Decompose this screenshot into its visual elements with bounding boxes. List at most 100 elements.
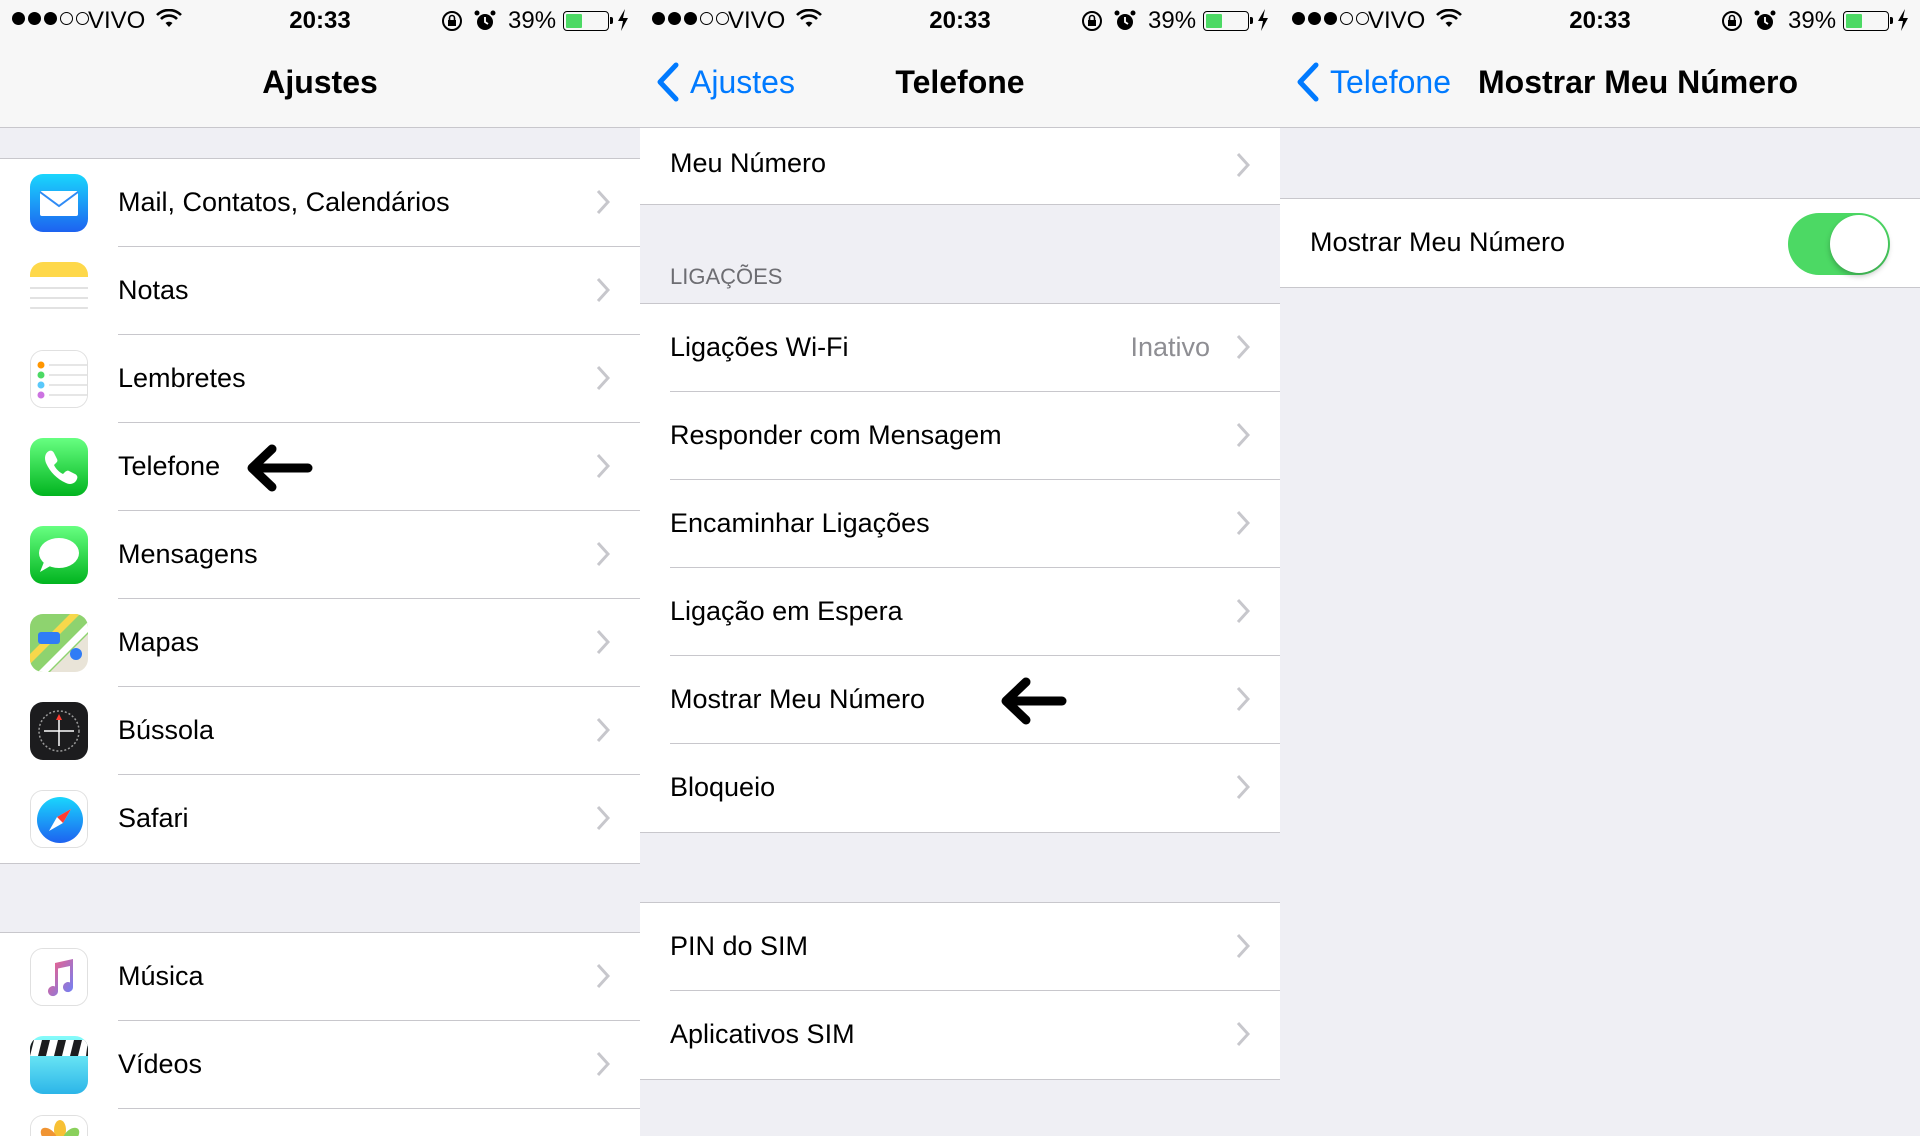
settings-row-notes[interactable]: Notas bbox=[0, 247, 640, 335]
calls-row-show-my-number[interactable]: Mostrar Meu Número bbox=[640, 656, 1280, 744]
sim-row-apps[interactable]: Aplicativos SIM bbox=[640, 991, 1280, 1079]
calls-row-reply-with-message[interactable]: Responder com Mensagem bbox=[640, 392, 1280, 480]
show-number-group: Mostrar Meu Número bbox=[1280, 198, 1920, 288]
photos-icon bbox=[30, 1115, 88, 1136]
charging-bolt-icon bbox=[1258, 9, 1268, 31]
chevron-right-icon bbox=[596, 805, 610, 831]
chevron-right-icon bbox=[1236, 422, 1250, 448]
chevron-right-icon bbox=[1236, 1021, 1250, 1047]
battery-icon bbox=[1203, 11, 1253, 31]
chevron-right-icon bbox=[596, 365, 610, 391]
battery-percent: 39% bbox=[1788, 7, 1837, 34]
row-label: Responder com Mensagem bbox=[670, 420, 1002, 450]
show-number-toggle[interactable] bbox=[1788, 213, 1890, 275]
settings-row-reminders[interactable]: Lembretes bbox=[0, 335, 640, 423]
row-label: Bloqueio bbox=[670, 772, 776, 802]
screenshot-collage: VIVO 20:33 39% Ajustes Mail, Contatos, C… bbox=[0, 0, 1920, 1136]
row-label: Música bbox=[118, 961, 204, 991]
chevron-right-icon bbox=[596, 541, 610, 567]
row-label: Mostrar Meu Número bbox=[670, 684, 926, 714]
settings-row-safari[interactable]: Safari bbox=[0, 775, 640, 863]
alarm-icon bbox=[1754, 10, 1776, 30]
phone-settings-panel: VIVO 20:33 39% Ajustes Telefone Meu Núme… bbox=[640, 0, 1280, 1136]
settings-row-compass[interactable]: Bússola bbox=[0, 687, 640, 775]
charging-bolt-icon bbox=[618, 9, 628, 31]
back-label: Telefone bbox=[1330, 63, 1451, 100]
status-bar: VIVO 20:33 39% bbox=[0, 0, 640, 40]
chevron-right-icon bbox=[1236, 933, 1250, 959]
show-number-row: Mostrar Meu Número bbox=[1280, 199, 1920, 287]
mail-icon bbox=[30, 174, 88, 232]
chevron-right-icon bbox=[1236, 774, 1250, 800]
rotation-lock-icon bbox=[442, 11, 462, 31]
chevron-right-icon bbox=[1236, 510, 1250, 536]
settings-row-messages[interactable]: Mensagens bbox=[0, 511, 640, 599]
row-label: Mostrar Meu Número bbox=[1310, 227, 1566, 257]
row-label: Mapas bbox=[118, 627, 200, 657]
messages-icon bbox=[30, 526, 88, 584]
calls-row-call-forwarding[interactable]: Encaminhar Ligações bbox=[640, 480, 1280, 568]
chevron-right-icon bbox=[1236, 152, 1250, 178]
arrow-left-icon bbox=[1001, 677, 1067, 725]
chevron-right-icon bbox=[596, 1051, 610, 1077]
videos-icon bbox=[30, 1036, 88, 1094]
row-label: Lembretes bbox=[118, 363, 246, 393]
reminders-icon bbox=[30, 350, 88, 408]
phone-icon bbox=[30, 438, 88, 496]
navigation-bar: Ajustes bbox=[0, 40, 640, 128]
row-label: Telefone bbox=[118, 451, 221, 481]
rotation-lock-icon bbox=[1722, 11, 1742, 31]
back-button[interactable]: Telefone bbox=[1296, 62, 1451, 102]
settings-row-maps[interactable]: Mapas bbox=[0, 599, 640, 687]
settings-row-partial[interactable] bbox=[0, 1109, 640, 1136]
row-label: Meu Número bbox=[670, 148, 827, 178]
settings-panel: VIVO 20:33 39% Ajustes Mail, Contatos, C… bbox=[0, 0, 640, 1136]
row-label: Mail, Contatos, Calendários bbox=[118, 187, 450, 217]
row-label: Ligações Wi-Fi bbox=[670, 332, 849, 362]
row-label: Aplicativos SIM bbox=[670, 1019, 855, 1049]
settings-group-apps: Mail, Contatos, Calendários Notas Lembre… bbox=[0, 158, 640, 864]
settings-row-music[interactable]: Música bbox=[0, 933, 640, 1021]
battery-icon bbox=[1843, 11, 1893, 31]
navigation-bar: Telefone Mostrar Meu Número bbox=[1280, 40, 1920, 128]
my-number-row[interactable]: Meu Número bbox=[640, 128, 1280, 204]
alarm-icon bbox=[474, 10, 496, 30]
maps-icon bbox=[30, 614, 88, 672]
chevron-right-icon bbox=[596, 717, 610, 743]
chevron-right-icon bbox=[596, 453, 610, 479]
row-label: Ligação em Espera bbox=[670, 596, 903, 626]
chevron-left-icon bbox=[1297, 62, 1319, 102]
calls-row-wifi-calling[interactable]: Ligações Wi-Fi Inativo bbox=[640, 304, 1280, 392]
alarm-icon bbox=[1114, 10, 1136, 30]
chevron-right-icon bbox=[596, 189, 610, 215]
settings-group-media: Música Vídeos bbox=[0, 932, 640, 1136]
calls-row-blocked[interactable]: Bloqueio bbox=[640, 744, 1280, 832]
row-detail: Inativo bbox=[1130, 332, 1210, 362]
my-number-group: Meu Número bbox=[640, 128, 1280, 205]
battery-percent: 39% bbox=[1148, 7, 1197, 34]
toggle-knob bbox=[1830, 215, 1888, 273]
navigation-bar: Ajustes Telefone bbox=[640, 40, 1280, 128]
battery-percent: 39% bbox=[508, 7, 557, 34]
settings-row-mail[interactable]: Mail, Contatos, Calendários bbox=[0, 159, 640, 247]
row-label: Notas bbox=[118, 275, 189, 305]
sim-row-pin[interactable]: PIN do SIM bbox=[640, 903, 1280, 991]
calls-group: Ligações Wi-Fi Inativo Responder com Men… bbox=[640, 303, 1280, 833]
chevron-right-icon bbox=[596, 277, 610, 303]
charging-bolt-icon bbox=[1898, 9, 1908, 31]
arrow-left-icon bbox=[247, 444, 313, 492]
chevron-right-icon bbox=[596, 963, 610, 989]
show-my-number-panel: VIVO 20:33 39% Telefone Mostrar Meu Núme… bbox=[1280, 0, 1920, 1136]
notes-icon bbox=[30, 262, 88, 320]
chevron-right-icon bbox=[1236, 686, 1250, 712]
chevron-right-icon bbox=[596, 629, 610, 655]
calls-row-call-waiting[interactable]: Ligação em Espera bbox=[640, 568, 1280, 656]
settings-row-phone[interactable]: Telefone bbox=[0, 423, 640, 511]
section-header: LIGAÇÕES bbox=[670, 264, 783, 289]
page-title: Mostrar Meu Número bbox=[1478, 64, 1799, 100]
chevron-right-icon bbox=[1236, 334, 1250, 360]
settings-row-videos[interactable]: Vídeos bbox=[0, 1021, 640, 1109]
page-title: Telefone bbox=[895, 64, 1025, 100]
music-icon bbox=[30, 948, 88, 1006]
status-bar: VIVO 20:33 39% bbox=[1280, 0, 1920, 40]
